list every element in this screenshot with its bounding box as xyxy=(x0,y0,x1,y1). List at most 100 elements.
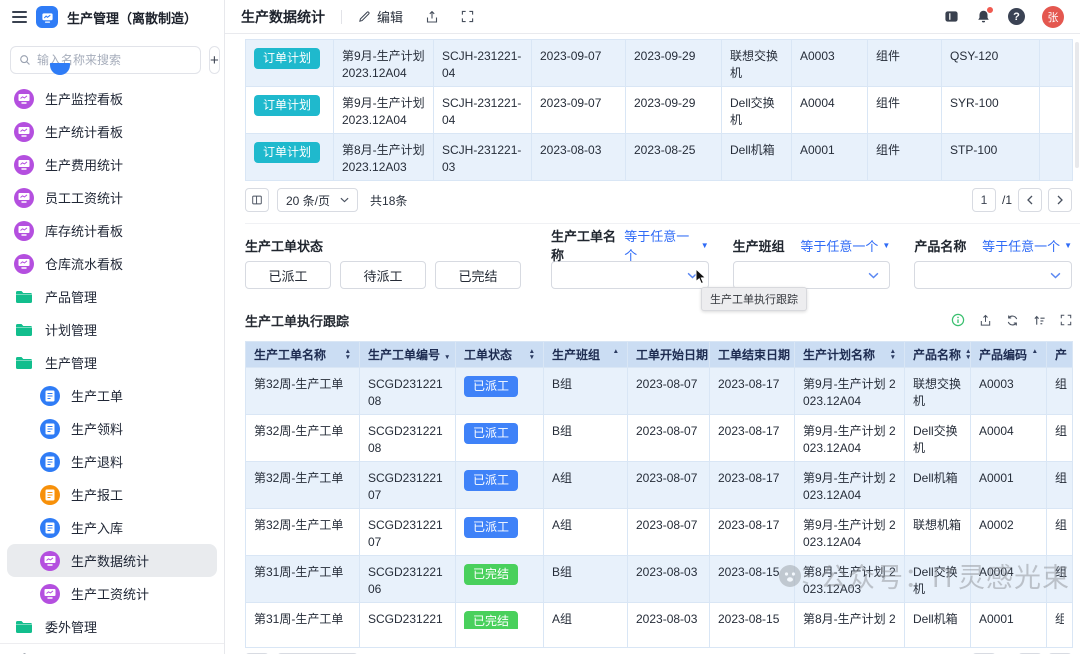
help-icon[interactable]: ? xyxy=(1008,8,1025,25)
column-header-4[interactable]: 工单开始日期▲▼ xyxy=(628,342,710,368)
sidebar-item-inventory-board[interactable]: 库存统计看板 xyxy=(0,214,224,247)
sidebar-item-product-mgmt[interactable]: 产品管理 xyxy=(0,280,224,313)
column-header-7[interactable]: 产品名称▲▼ xyxy=(905,342,971,368)
plan-table-row[interactable]: 订单计划第9月-生产计划 2023.12A04SCJH-231221-04202… xyxy=(246,40,1073,87)
column-settings-button[interactable] xyxy=(245,188,269,212)
order-table-row[interactable]: 第32周-生产工单SCGD23122108已派工B组2023-08-072023… xyxy=(246,368,1073,415)
sidebar-item-production-inbound[interactable]: 生产入库 xyxy=(0,511,224,544)
plan-table-row[interactable]: 订单计划第8月-生产计划 2023.12A03SCJH-231221-03202… xyxy=(246,134,1073,181)
sidebar-item-production-mgmt[interactable]: 生产管理 xyxy=(0,346,224,379)
order-table-row[interactable]: 第31周-生产工单SCGD23122106已完结B组2023-08-032023… xyxy=(246,556,1073,603)
current-page[interactable]: 1 xyxy=(972,188,996,212)
sidebar-item-outsourcing-mgmt[interactable]: 委外管理 xyxy=(0,610,224,643)
folder-icon xyxy=(14,620,34,634)
sidebar-item-label: 生产数据统计 xyxy=(71,551,149,570)
row-height-icon[interactable] xyxy=(1033,314,1046,327)
sort-icon[interactable]: ▲▼ xyxy=(529,349,535,361)
operator-dropdown[interactable]: 等于任意一个▼ xyxy=(624,226,708,264)
export-icon[interactable] xyxy=(425,10,439,24)
cell: A0003 xyxy=(971,368,1047,415)
order-table-row[interactable]: 第32周-生产工单SCGD23122107已派工A组2023-08-072023… xyxy=(246,462,1073,509)
sidebar-item-label: 委外管理 xyxy=(45,617,97,636)
order-table-row[interactable]: 第32周-生产工单SCGD23122108已派工B组2023-08-072023… xyxy=(246,415,1073,462)
dashboard-icon xyxy=(14,188,34,208)
sidebar-item-production-data-stats[interactable]: 生产数据统计 xyxy=(7,544,217,577)
status-filter-pending[interactable]: 待派工 xyxy=(340,261,426,289)
scrollbar[interactable] xyxy=(1075,42,1079,168)
order-name-select[interactable] xyxy=(551,261,709,289)
cell: 第32周-生产工单 xyxy=(246,509,360,556)
status-filter-dispatched[interactable]: 已派工 xyxy=(245,261,331,289)
next-page-button[interactable] xyxy=(1048,188,1072,212)
dashboard-icon xyxy=(14,254,34,274)
page-size-select[interactable]: 20 条/页 xyxy=(277,188,358,212)
info-icon[interactable] xyxy=(951,313,965,327)
column-header-0[interactable]: 生产工单名称▲▼ xyxy=(246,342,360,368)
sidebar-item-plan-mgmt[interactable]: 计划管理 xyxy=(0,313,224,346)
order-table-row[interactable]: 第31周-生产工单SCGD23122105已完结A组2023-08-032023… xyxy=(246,603,1073,648)
team-select[interactable] xyxy=(733,261,891,289)
operator-dropdown[interactable]: 等于任意一个▼ xyxy=(800,236,890,255)
sidebar-item-salary-stats[interactable]: 员工工资统计 xyxy=(0,181,224,214)
operator-dropdown[interactable]: 等于任意一个▼ xyxy=(982,236,1072,255)
edit-button[interactable]: 编辑 xyxy=(358,7,403,26)
search-icon xyxy=(19,54,31,66)
prev-page-button[interactable] xyxy=(1018,188,1042,212)
sort-icon[interactable]: ▲▼ xyxy=(444,349,450,361)
column-header-3[interactable]: 生产班组▲▼ xyxy=(544,342,628,368)
search-input-box[interactable] xyxy=(10,46,201,74)
sidebar-item-cost-stats[interactable]: 生产费用统计 xyxy=(0,148,224,181)
sort-icon[interactable]: ▲▼ xyxy=(890,349,896,361)
cell: 已派工 xyxy=(456,462,544,509)
sidebar-item-material-return[interactable]: 生产退料 xyxy=(0,445,224,478)
cell: 2023-09-29 xyxy=(626,40,722,87)
app-title: 生产管理（离散制造） xyxy=(67,8,197,27)
status-filter-completed[interactable]: 已完结 xyxy=(435,261,521,289)
cell: SCGD23122107 xyxy=(360,509,456,556)
sidebar-item-label: 产品管理 xyxy=(45,287,97,306)
sidebar-item-work-report[interactable]: 生产报工 xyxy=(0,478,224,511)
fullscreen-icon[interactable] xyxy=(461,10,474,23)
plan-table-row[interactable]: 订单计划第9月-生产计划 2023.12A04SCJH-231221-04202… xyxy=(246,87,1073,134)
folder-icon xyxy=(14,290,34,304)
user-avatar[interactable]: 张 xyxy=(1042,6,1064,28)
sidebar-item-monitor-board[interactable]: 生产监控看板 xyxy=(0,82,224,115)
cell: 第9月-生产计划 2023.12A04 xyxy=(334,87,434,134)
product-select[interactable] xyxy=(914,261,1072,289)
order-table-row[interactable]: 第32周-生产工单SCGD23122107已派工A组2023-08-072023… xyxy=(246,509,1073,556)
pencil-icon xyxy=(358,10,371,23)
sidebar-item-production-salary-stats[interactable]: 生产工资统计 xyxy=(0,577,224,610)
sidebar-item-admin-console[interactable]: 管理后台 xyxy=(0,643,224,654)
sort-icon[interactable]: ▲▼ xyxy=(345,349,351,361)
column-header-6[interactable]: 生产计划名称▲▼ xyxy=(795,342,905,368)
add-button[interactable]: + xyxy=(209,46,220,74)
cell: 已完结 xyxy=(456,603,544,648)
document-icon xyxy=(40,386,60,406)
fullscreen-icon[interactable] xyxy=(1060,314,1072,326)
column-header-1[interactable]: 生产工单编号▲▼ xyxy=(360,342,456,368)
column-header-8[interactable]: 产品编码▲▼ xyxy=(971,342,1047,368)
filter-status-block: 生产工单状态 已派工 待派工 已完结 xyxy=(245,236,527,289)
cell: QSY-120 xyxy=(942,40,1040,87)
export-icon[interactable] xyxy=(979,314,992,327)
sidebar-item-material-request[interactable]: 生产领料 xyxy=(0,412,224,445)
panel-toggle-icon[interactable] xyxy=(944,9,959,24)
menu-toggle-icon[interactable] xyxy=(12,11,27,23)
column-header-2[interactable]: 工单状态▲▼ xyxy=(456,342,544,368)
cell: 联想交换机 xyxy=(722,40,792,87)
sidebar-item-production-order[interactable]: 生产工单 xyxy=(0,379,224,412)
sort-icon[interactable]: ▲▼ xyxy=(1032,349,1038,361)
sort-icon[interactable]: ▲▼ xyxy=(613,349,619,361)
notifications-bell-icon[interactable] xyxy=(976,9,991,24)
folder-icon xyxy=(14,356,34,370)
column-header-9[interactable]: 产▲▼ xyxy=(1047,342,1073,368)
sidebar-item-label: 生产监控看板 xyxy=(45,89,123,108)
sort-icon[interactable]: ▲▼ xyxy=(965,349,970,361)
sidebar-item-warehouse-board[interactable]: 仓库流水看板 xyxy=(0,247,224,280)
order-plan-badge: 订单计划 xyxy=(254,142,320,163)
plan-table-pagination: 20 条/页 共18条 1 /1 xyxy=(245,187,1072,213)
column-header-5[interactable]: 工单结束日期▲▼ xyxy=(710,342,795,368)
refresh-icon[interactable] xyxy=(1006,314,1019,327)
cell: SCJH-231221-04 xyxy=(434,40,532,87)
sidebar-item-stats-board[interactable]: 生产统计看板 xyxy=(0,115,224,148)
